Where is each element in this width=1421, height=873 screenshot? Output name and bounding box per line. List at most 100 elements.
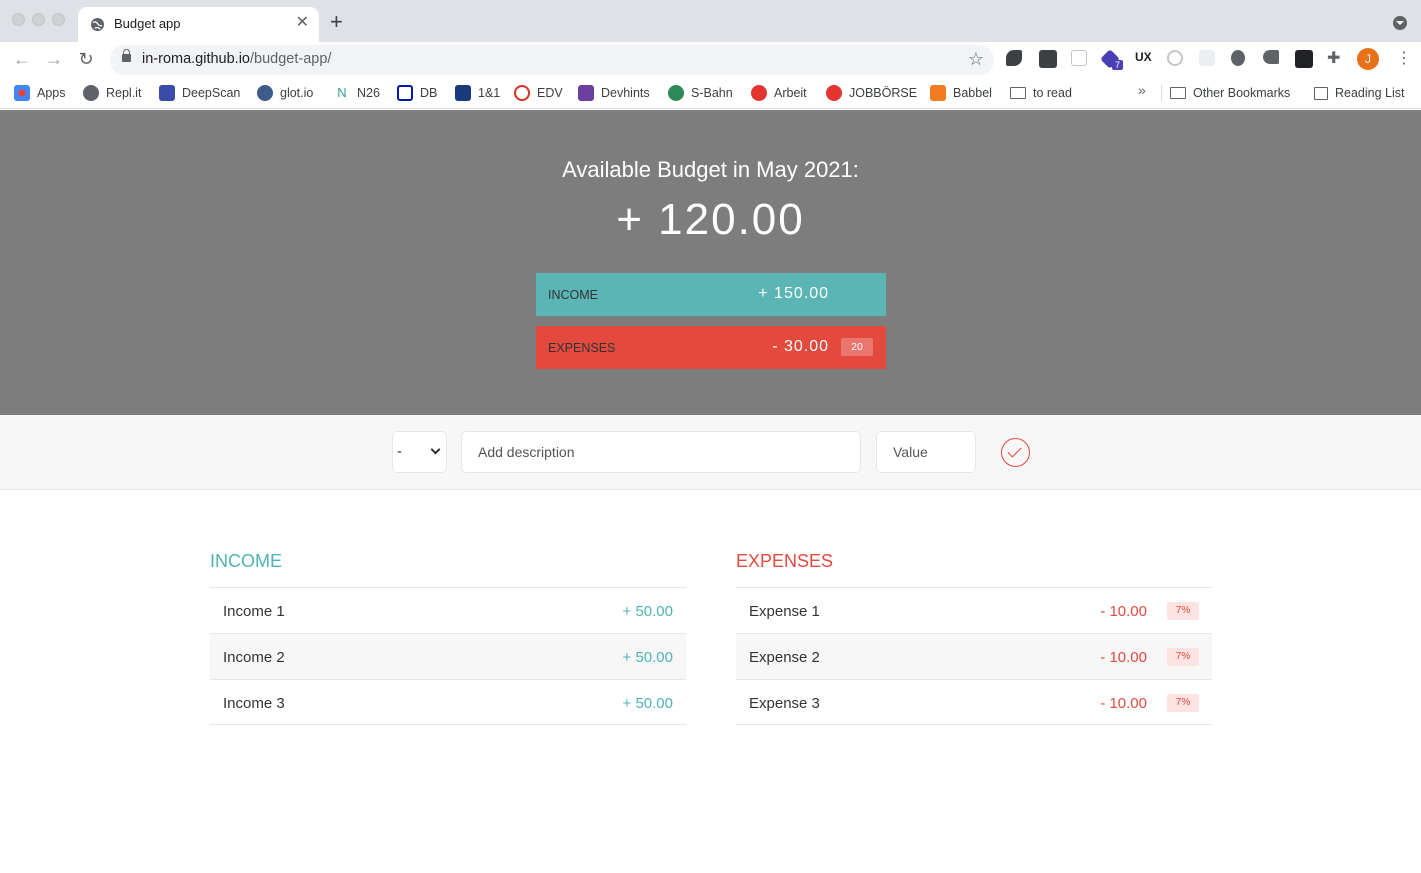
bug-icon[interactable] [1231,50,1245,66]
sbahn-icon [668,85,684,101]
bookmark-replit[interactable]: Repl.it [83,83,141,103]
expense-item-value: - 10.00 [1100,695,1147,712]
arbeit-icon [751,85,767,101]
url-text: in-roma.github.io/budget-app/ [142,51,332,67]
expenses-summary-value: - 30.00 [772,338,829,355]
profile-avatar[interactable]: J [1357,48,1379,70]
bookmark-glot[interactable]: glot.io [257,83,313,103]
1und1-icon [455,85,471,101]
income-item-value: + 50.00 [622,695,673,712]
glot-icon [257,85,273,101]
close-tab-icon[interactable]: ✕ [296,14,309,32]
bookmark-deepscan[interactable]: DeepScan [159,83,240,103]
income-item-description: Income 1 [223,603,285,620]
extension-icon[interactable] [1006,50,1022,66]
lock-icon [122,49,131,62]
bookmarks-bar: Apps Repl.it DeepScan glot.io N N26 DB 1&… [0,77,1421,109]
browser-tab[interactable]: Budget app ✕ [78,7,319,42]
extension-icon[interactable] [1167,50,1183,66]
bookmark-n26[interactable]: N N26 [334,83,380,103]
new-tab-button[interactable]: + [330,11,343,33]
income-item[interactable]: Income 1 + 50.00 [210,587,686,633]
maximize-window-button[interactable] [52,13,65,26]
type-select[interactable]: - [392,431,447,473]
expense-item[interactable]: Expense 3 - 10.00 7% [736,679,1212,725]
expense-percentage-badge: 7% [1167,602,1199,620]
budget-header: Available Budget in May 2021: + 120.00 I… [0,110,1421,415]
checkmark-icon [1007,443,1022,458]
bookmark-1und1[interactable]: 1&1 [455,83,500,103]
forward-icon[interactable]: → [43,48,65,70]
expense-item-description: Expense 3 [749,695,820,712]
browser-tab-bar: Budget app ✕ + [0,0,1421,42]
expense-item[interactable]: Expense 1 - 10.00 7% [736,587,1212,633]
bookmark-db[interactable]: DB [397,83,437,103]
reading-list[interactable]: Reading List [1314,83,1405,103]
expense-item[interactable]: Expense 2 - 10.00 7% [736,633,1212,679]
expenses-list: Expense 1 - 10.00 7% Expense 2 - 10.00 7… [736,587,1212,725]
income-item-description: Income 2 [223,649,285,666]
n26-icon: N [337,85,347,100]
expenses-summary: Expenses - 30.00 20 [536,326,886,369]
income-list-title: Income [210,551,282,571]
expense-item-value: - 10.00 [1100,649,1147,666]
folder-icon [1170,87,1186,99]
tab-title: Budget app [114,16,181,31]
devhints-icon [578,85,594,101]
reload-icon[interactable]: ↻ [75,48,97,70]
reading-list-icon [1314,86,1328,100]
description-input[interactable] [461,431,861,473]
bookmark-to-read[interactable]: to read [1010,83,1072,103]
jobboerse-icon [826,85,842,101]
expense-percentage-badge: 7% [1167,648,1199,666]
budget-value: + 120.00 [616,195,805,244]
add-entry-bar: - [0,415,1421,490]
more-bookmarks-icon[interactable]: » [1138,82,1146,98]
menu-icon[interactable]: ⋮ [1396,48,1412,70]
income-item-description: Income 3 [223,695,285,712]
add-button[interactable] [1001,438,1030,467]
income-item-value: + 50.00 [622,603,673,620]
address-bar[interactable]: in-roma.github.io/budget-app/ ☆ [110,45,994,75]
apps-grid-icon [14,85,30,101]
ux-extension-icon[interactable]: UX [1135,50,1153,68]
babbel-icon [930,85,946,101]
deepscan-icon [159,85,175,101]
income-summary: Income + 150.00 [536,273,886,316]
income-item[interactable]: Income 2 + 50.00 [210,633,686,679]
type-select-value: - [397,443,402,460]
edv-icon [514,85,530,101]
extension-icon[interactable] [1199,50,1215,66]
tab-search-icon[interactable] [1393,16,1407,30]
bookmarks-divider [1161,85,1162,101]
expense-item-description: Expense 2 [749,649,820,666]
income-item[interactable]: Income 3 + 50.00 [210,679,686,725]
bookmark-star-icon[interactable]: ☆ [968,49,984,70]
bookmark-babbel[interactable]: Babbel [930,83,992,103]
other-bookmarks[interactable]: Other Bookmarks [1170,83,1290,103]
budget-title: Available Budget in May 2021: [562,157,859,182]
puzzle-icon[interactable]: ✚ [1327,50,1345,68]
bookmark-jobboerse[interactable]: JOBBÖRSE [826,83,917,103]
extension-icon[interactable] [1295,50,1313,68]
expenses-percentage-badge: 20 [841,338,873,356]
bookmark-apps[interactable]: Apps [14,83,66,103]
minimize-window-button[interactable] [32,13,45,26]
expense-item-description: Expense 1 [749,603,820,620]
income-summary-label: Income [548,288,598,302]
extension-badge: 7 [1112,60,1124,70]
value-input[interactable] [876,431,976,473]
expenses-summary-label: Expenses [548,341,616,355]
replit-icon [83,85,99,101]
extension-icon[interactable] [1263,50,1279,64]
extension-icon[interactable] [1039,50,1057,68]
bookmark-devhints[interactable]: Devhints [578,83,650,103]
extension-icon[interactable] [1071,50,1087,66]
close-window-button[interactable] [12,13,25,26]
bookmark-edv[interactable]: EDV [514,83,563,103]
expense-item-value: - 10.00 [1100,603,1147,620]
back-icon[interactable]: ← [11,48,33,70]
income-summary-value: + 150.00 [758,285,829,302]
bookmark-arbeit[interactable]: Arbeit [751,83,807,103]
bookmark-sbahn[interactable]: S-Bahn [668,83,733,103]
